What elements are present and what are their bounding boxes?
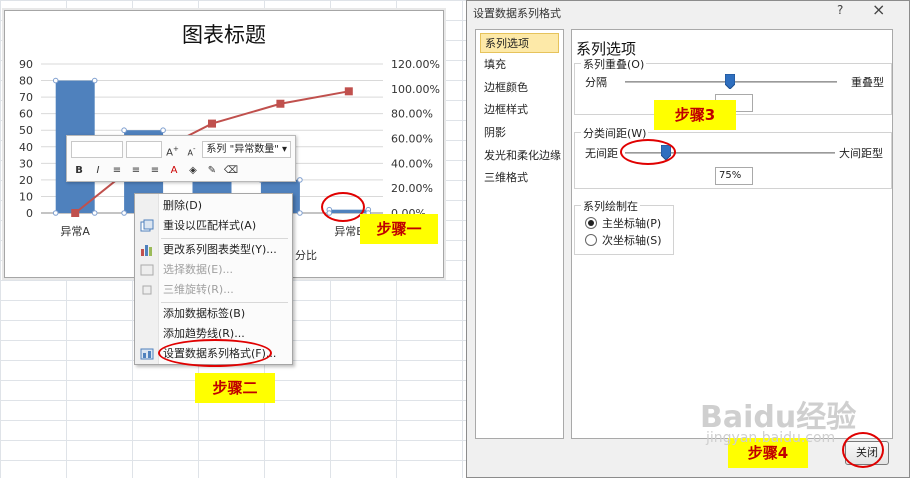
- nav-item-3d-format[interactable]: 三维格式: [480, 168, 559, 188]
- line-marker: [276, 99, 285, 108]
- selection-handle: [297, 177, 303, 183]
- menu-item-change-chart-type[interactable]: 更改系列图表类型(Y)...: [135, 240, 292, 260]
- nav-item-series-options[interactable]: 系列选项: [480, 33, 559, 53]
- series-selector[interactable]: 系列 "异常数量" ▾: [202, 140, 292, 158]
- italic-button[interactable]: I: [90, 163, 106, 179]
- annotation-ring-menu: [158, 339, 272, 367]
- nav-item-glow[interactable]: 发光和柔化边缘: [480, 146, 561, 166]
- gap-label: 分类间距(W): [581, 125, 649, 141]
- menu-item-3d-rotation[interactable]: 三维旋转(R)...: [135, 280, 292, 300]
- align-left-icon[interactable]: ≡: [109, 163, 125, 179]
- y2-tick-label: 100.00%: [391, 83, 440, 96]
- y-tick-label: 50: [19, 124, 33, 137]
- y-tick-label: 0: [26, 207, 33, 220]
- annotation-ring-series: [321, 192, 365, 222]
- y-tick-label: 20: [19, 174, 33, 187]
- font-grow-button[interactable]: A+: [165, 141, 181, 158]
- selection-handle: [52, 77, 59, 84]
- align-center-icon[interactable]: ≡: [128, 163, 144, 179]
- line-color-icon[interactable]: ✎: [204, 163, 220, 179]
- y-tick-label: 40: [19, 141, 33, 154]
- format-painter-icon[interactable]: ⌫: [223, 163, 239, 179]
- format-series-icon: [140, 348, 154, 360]
- overlap-slider-thumb[interactable]: [725, 74, 735, 89]
- gap-right-label: 大间距型: [839, 147, 883, 160]
- nav-item-shadow[interactable]: 阴影: [480, 123, 559, 143]
- y-tick-label: 90: [19, 58, 33, 71]
- dialog-title: 设置数据系列格式: [473, 7, 561, 20]
- annotation-step-3: 步骤3: [654, 100, 736, 130]
- selection-handle: [52, 210, 59, 216]
- plot-on-label: 系列绘制在: [581, 198, 640, 214]
- y-tick-label: 70: [19, 91, 33, 104]
- line-marker: [344, 87, 353, 96]
- annotation-step-2: 步骤二: [195, 373, 275, 403]
- legend-fragment: 分比: [295, 249, 317, 262]
- line-marker: [208, 119, 216, 128]
- font-name-field[interactable]: [71, 140, 123, 158]
- font-size-field[interactable]: [125, 140, 162, 158]
- selection-handle: [91, 210, 98, 216]
- overlap-left-label: 分隔: [585, 76, 607, 89]
- secondary-axis-label[interactable]: 次坐标轴(S): [602, 232, 662, 248]
- x-tick-label: 异常E: [334, 225, 363, 238]
- y2-tick-label: 120.00%: [391, 58, 440, 71]
- selection-handle: [91, 77, 98, 84]
- nav-item-fill[interactable]: 填充: [480, 55, 559, 75]
- annotation-ring-close: [842, 432, 884, 468]
- series-options-pane: 系列选项 系列重叠(O) 分隔 重叠型 分类间距(W) 无间距 大间距型 75%…: [571, 29, 893, 439]
- rotation-icon: [142, 285, 152, 295]
- nav-item-border-style[interactable]: 边框样式: [480, 100, 559, 120]
- font-shrink-button[interactable]: A-: [184, 141, 200, 157]
- selection-handle: [297, 210, 303, 216]
- gap-group: 分类间距(W) 无间距 大间距型 75%: [574, 125, 892, 189]
- annotation-step-1: 步骤一: [360, 214, 438, 244]
- watermark-url: jingyan.baidu.com: [706, 430, 836, 446]
- line-marker: [71, 209, 80, 217]
- nav-item-border-color[interactable]: 边框颜色: [480, 78, 559, 98]
- selection-handle: [160, 127, 166, 134]
- y2-tick-label: 60.00%: [391, 133, 433, 146]
- bold-button[interactable]: B: [71, 163, 87, 179]
- fill-color-icon[interactable]: ◈: [185, 163, 201, 179]
- y-tick-label: 80: [19, 75, 33, 88]
- mini-format-toolbar: A+ A- 系列 "异常数量" ▾ B I ≡ ≡ ≡ A ◈ ✎ ⌫: [66, 135, 296, 182]
- annotation-ring-slider: [620, 139, 676, 165]
- close-icon[interactable]: ×: [872, 0, 885, 19]
- y-tick-label: 10: [19, 190, 33, 203]
- gap-left-label: 无间距: [585, 147, 618, 160]
- y-tick-label: 30: [19, 157, 33, 170]
- plot-on-group: 系列绘制在 主坐标轴(P) 次坐标轴(S): [574, 198, 674, 255]
- menu-item-add-data-labels[interactable]: 添加数据标签(B): [135, 304, 292, 324]
- align-right-icon[interactable]: ≡: [147, 163, 163, 179]
- primary-axis-label[interactable]: 主坐标轴(P): [602, 215, 661, 231]
- dialog-nav: 系列选项 填充 边框颜色 边框样式 阴影 发光和柔化边缘 三维格式: [475, 29, 564, 439]
- menu-item-select-data[interactable]: 选择数据(E)...: [135, 260, 292, 280]
- y-tick-label: 60: [19, 108, 33, 121]
- y2-tick-label: 80.00%: [391, 108, 433, 121]
- selection-handle: [121, 127, 127, 134]
- chart-type-icon: [141, 245, 152, 256]
- y2-tick-label: 20.00%: [391, 182, 433, 195]
- reset-style-icon: [140, 219, 154, 232]
- select-data-icon: [140, 264, 154, 276]
- font-color-icon[interactable]: A: [166, 163, 182, 179]
- menu-item-delete[interactable]: 删除(D): [135, 196, 292, 216]
- primary-axis-radio[interactable]: [585, 217, 597, 229]
- selection-handle: [121, 210, 127, 216]
- x-tick-label: 异常A: [60, 225, 90, 238]
- overlap-right-label: 重叠型: [851, 76, 884, 89]
- y2-tick-label: 40.00%: [391, 157, 433, 170]
- secondary-axis-radio[interactable]: [585, 234, 597, 246]
- gap-value-field[interactable]: 75%: [715, 167, 753, 185]
- overlap-label: 系列重叠(O): [581, 56, 647, 72]
- menu-item-reset-style[interactable]: 重设以匹配样式(A): [135, 216, 292, 236]
- help-icon[interactable]: ?: [837, 3, 843, 17]
